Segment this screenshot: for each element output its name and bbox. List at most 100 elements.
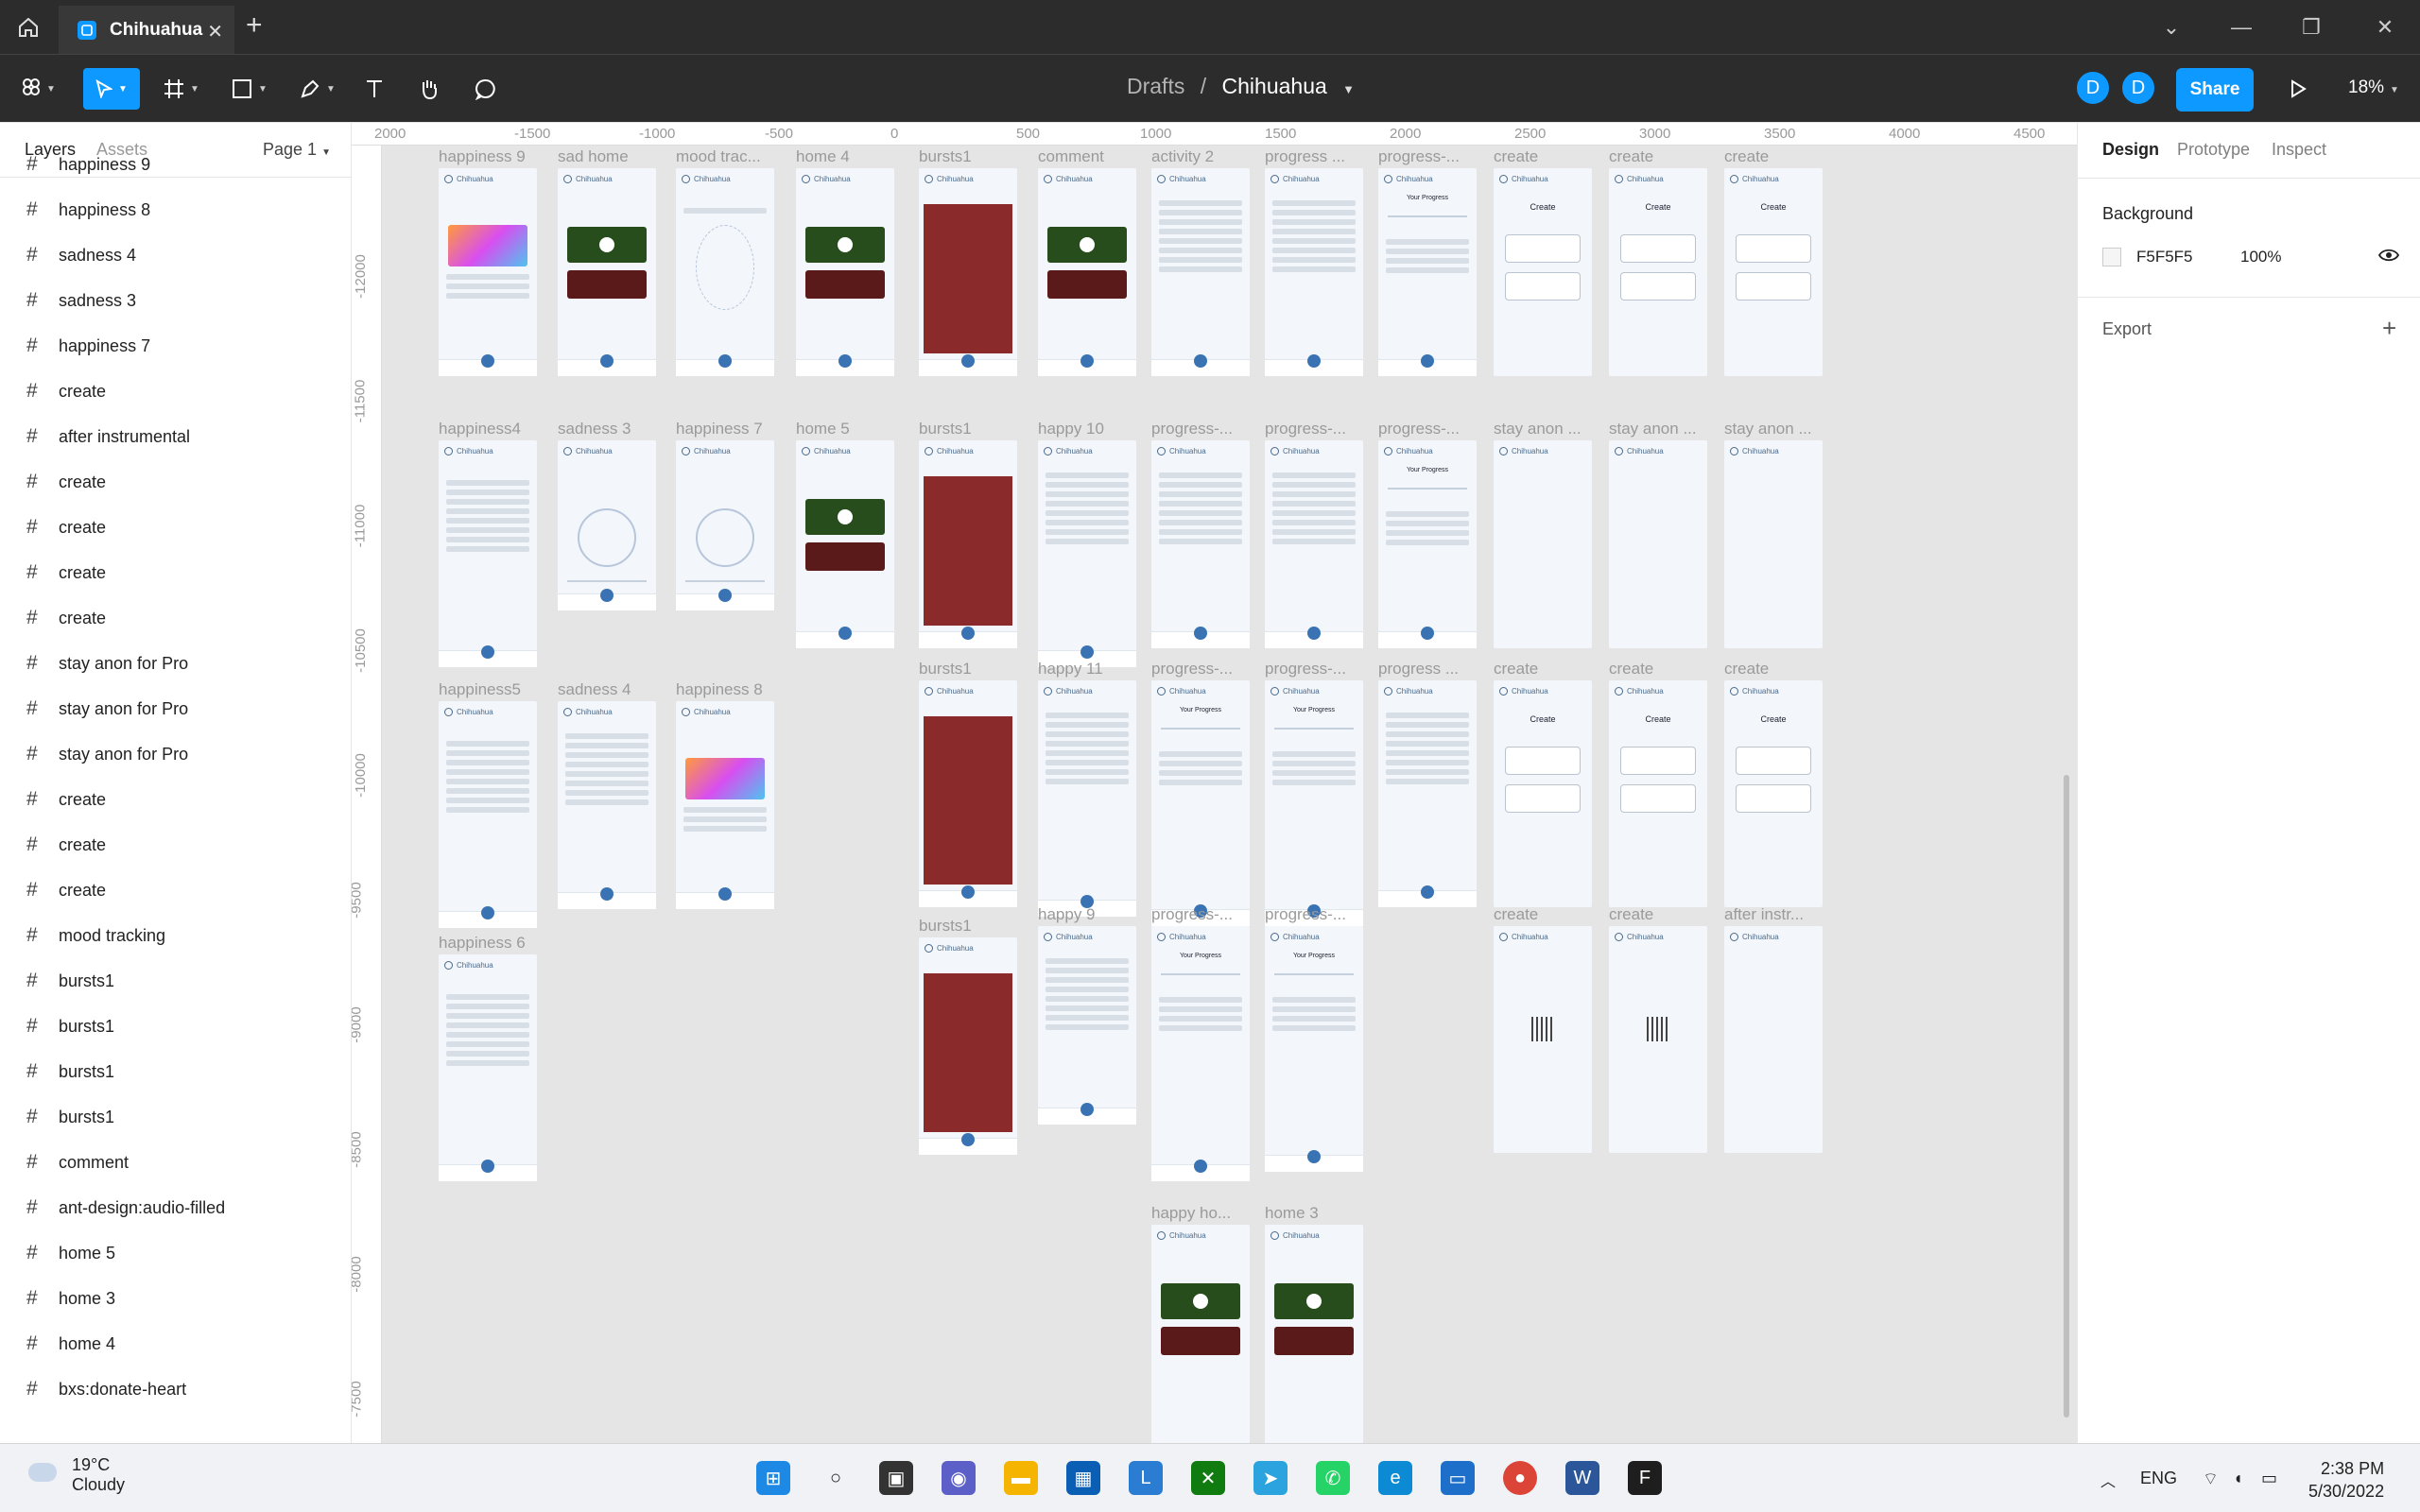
frame-thumbnail[interactable]: Chihuahua xyxy=(676,701,774,909)
frame-thumbnail[interactable]: Chihuahua Your Progress xyxy=(1151,680,1250,926)
layer-item[interactable]: # bursts1 xyxy=(0,1094,351,1140)
frame-label[interactable]: bursts1 xyxy=(919,147,972,166)
comment-tool-icon[interactable] xyxy=(471,68,501,110)
frame-label[interactable]: happiness5 xyxy=(439,680,521,699)
frame-label[interactable]: create xyxy=(1494,660,1538,679)
move-tool-icon[interactable]: ▼ xyxy=(83,68,140,110)
layer-item[interactable]: # happiness 7 xyxy=(0,323,351,369)
frame-thumbnail[interactable]: Chihuahua Your Progress xyxy=(1265,926,1363,1172)
frame-label[interactable]: stay anon ... xyxy=(1724,420,1812,438)
frame-thumbnail[interactable]: Chihuahua xyxy=(558,440,656,610)
layer-item[interactable]: # home 3 xyxy=(0,1276,351,1321)
task-view-icon[interactable]: ▣ xyxy=(879,1461,913,1495)
layer-item[interactable]: # stay anon for Pro xyxy=(0,686,351,731)
layer-item[interactable]: # bursts1 xyxy=(0,1049,351,1094)
layer-item[interactable]: # home 5 xyxy=(0,1230,351,1276)
frame-label[interactable]: stay anon ... xyxy=(1609,420,1697,438)
frame-label[interactable]: create xyxy=(1609,147,1653,166)
frame-thumbnail[interactable]: Chihuahua Create xyxy=(1724,168,1823,376)
tab-prototype[interactable]: Prototype xyxy=(2177,140,2250,160)
frame-thumbnail[interactable]: Chihuahua Your Progress xyxy=(1378,168,1477,376)
store-icon[interactable]: ▦ xyxy=(1066,1461,1100,1495)
frame-thumbnail[interactable]: Chihuahua xyxy=(558,168,656,376)
frame-thumbnail[interactable]: Chihuahua xyxy=(1265,1225,1363,1443)
frame-label[interactable]: happiness 8 xyxy=(676,680,763,699)
frame-label[interactable]: progress-... xyxy=(1265,420,1346,438)
minimize-button[interactable]: — xyxy=(2208,0,2274,54)
frame-label[interactable]: bursts1 xyxy=(919,917,972,936)
frame-thumbnail[interactable]: Chihuahua xyxy=(1724,440,1823,648)
frame-label[interactable]: bursts1 xyxy=(919,420,972,438)
frame-thumbnail[interactable]: Chihuahua xyxy=(1609,440,1707,648)
chevron-up-icon[interactable]: ︿ xyxy=(2100,1469,2116,1491)
frame-label[interactable]: bursts1 xyxy=(919,660,972,679)
layer-item[interactable]: # create xyxy=(0,777,351,822)
close-window-button[interactable]: ✕ xyxy=(2352,0,2418,54)
frame-thumbnail[interactable]: Chihuahua Create xyxy=(1494,680,1592,907)
frame-label[interactable]: progress-... xyxy=(1378,420,1460,438)
l-app-icon[interactable]: L xyxy=(1129,1461,1163,1495)
frame-label[interactable]: after instr... xyxy=(1724,905,1804,924)
frame-label[interactable]: home 4 xyxy=(796,147,850,166)
frame-thumbnail[interactable]: Chihuahua xyxy=(1609,926,1707,1153)
frame-thumbnail[interactable]: Chihuahua xyxy=(1151,1225,1250,1443)
frame-thumbnail[interactable]: Chihuahua xyxy=(1378,680,1477,907)
canvas[interactable]: 2000 -1500 -1000 -500 0 500 1000 1500 2000 2500 30… xyxy=(352,123,2077,1443)
file-explorer-icon[interactable]: ▬ xyxy=(1004,1461,1038,1495)
frame-thumbnail[interactable]: Chihuahua xyxy=(1265,440,1363,648)
frame-label[interactable]: create xyxy=(1724,147,1769,166)
frame-thumbnail[interactable]: Chihuahua Create xyxy=(1494,168,1592,376)
clock[interactable]: 2:38 PM 5/30/2022 xyxy=(2308,1457,2384,1503)
frame-label[interactable]: create xyxy=(1609,905,1653,924)
present-play-icon[interactable] xyxy=(2282,68,2314,110)
layer-item[interactable]: # bursts1 xyxy=(0,958,351,1004)
new-tab-button[interactable]: + xyxy=(246,9,263,42)
frame-thumbnail[interactable]: Chihuahua xyxy=(1038,680,1136,917)
language-indicator[interactable]: ENG xyxy=(2140,1469,2177,1488)
layer-item[interactable]: # bxs:donate-heart xyxy=(0,1366,351,1412)
layer-item[interactable]: # home 4 xyxy=(0,1321,351,1366)
share-button[interactable]: Share xyxy=(2176,68,2254,112)
frame-label[interactable]: happiness 9 xyxy=(439,147,526,166)
avatar[interactable]: D xyxy=(2120,70,2156,106)
frame-label[interactable]: create xyxy=(1494,147,1538,166)
search-icon[interactable]: ○ xyxy=(819,1461,853,1495)
layer-item[interactable]: # stay anon for Pro xyxy=(0,731,351,777)
battery-icon[interactable]: ▭ xyxy=(2261,1469,2277,1488)
frame-thumbnail[interactable]: Chihuahua xyxy=(1494,440,1592,648)
text-tool-icon[interactable] xyxy=(359,68,389,110)
edge-icon[interactable]: e xyxy=(1378,1461,1412,1495)
frame-thumbnail[interactable]: Chihuahua xyxy=(1038,440,1136,667)
background-color-swatch[interactable] xyxy=(2102,248,2121,266)
frame-thumbnail[interactable]: Chihuahua xyxy=(796,440,894,648)
layer-item[interactable]: # create xyxy=(0,505,351,550)
frame-label[interactable]: happy 11 xyxy=(1038,660,1103,679)
layer-item[interactable]: # happiness 9 xyxy=(0,142,351,187)
frame-label[interactable]: happiness 6 xyxy=(439,934,526,953)
frame-thumbnail[interactable]: Chihuahua Create xyxy=(1724,680,1823,907)
start-icon[interactable]: ⊞ xyxy=(756,1461,790,1495)
main-menu-icon[interactable]: ▼ xyxy=(15,68,62,110)
frame-thumbnail[interactable]: Chihuahua xyxy=(919,937,1017,1155)
frame-thumbnail[interactable]: Chihuahua xyxy=(1038,926,1136,1125)
frame-label[interactable]: progress-... xyxy=(1265,905,1346,924)
frame-thumbnail[interactable]: Chihuahua xyxy=(1494,926,1592,1153)
frame-thumbnail[interactable]: Chihuahua xyxy=(919,680,1017,907)
frame-tool-icon[interactable]: ▼ xyxy=(157,68,206,110)
remote-desktop-icon[interactable]: ▭ xyxy=(1441,1461,1475,1495)
frame-thumbnail[interactable]: Chihuahua xyxy=(919,168,1017,376)
frame-label[interactable]: activity 2 xyxy=(1151,147,1214,166)
frame-label[interactable]: progress-... xyxy=(1378,147,1460,166)
frame-thumbnail[interactable]: Chihuahua Create xyxy=(1609,680,1707,907)
frame-label[interactable]: progress-... xyxy=(1151,420,1233,438)
frame-thumbnail[interactable]: Chihuahua xyxy=(1151,440,1250,648)
chevron-down-icon[interactable]: ⌄ xyxy=(2138,0,2204,54)
frame-thumbnail[interactable]: Chihuahua xyxy=(439,440,537,667)
eye-icon[interactable] xyxy=(2377,248,2400,267)
frame-label[interactable]: home 5 xyxy=(796,420,850,438)
frame-thumbnail[interactable]: Chihuahua xyxy=(1151,168,1250,376)
home-icon[interactable] xyxy=(0,0,57,54)
layer-item[interactable]: # comment xyxy=(0,1140,351,1185)
layer-item[interactable]: # after instrumental xyxy=(0,414,351,459)
frame-label[interactable]: stay anon ... xyxy=(1494,420,1582,438)
